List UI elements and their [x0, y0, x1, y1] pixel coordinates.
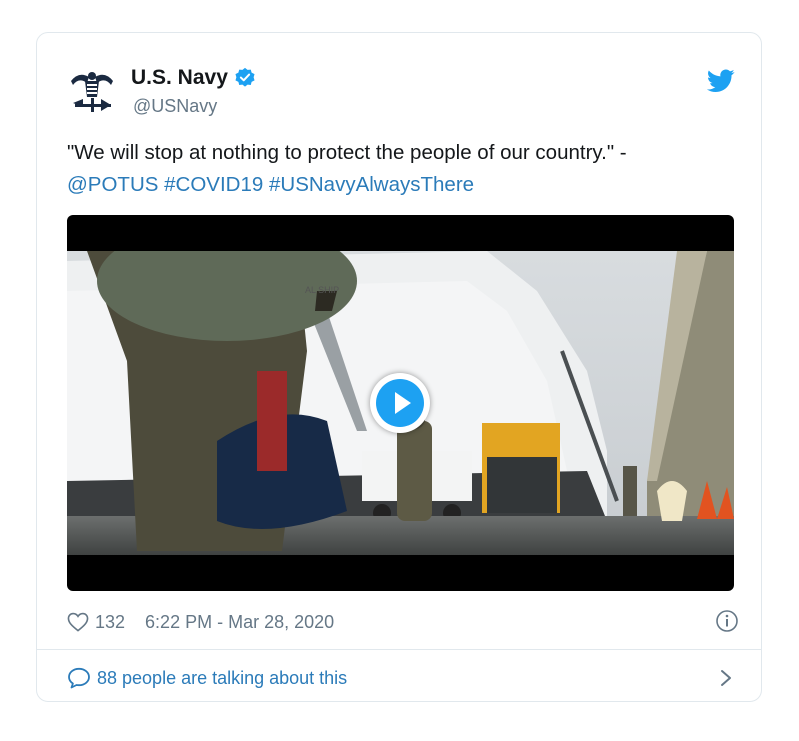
twitter-bird-icon[interactable]: [707, 69, 735, 93]
play-icon: [376, 379, 424, 427]
tweet-card: U.S. Navy @USNavy "We will stop at nothi…: [36, 32, 762, 702]
play-button[interactable]: [370, 373, 430, 433]
tweet-text: "We will stop at nothing to protect the …: [67, 137, 737, 201]
tweet-meta: 132 6:22 PM - Mar 28, 2020: [67, 609, 739, 635]
hashtag-link[interactable]: #COVID19: [164, 173, 263, 196]
video-player[interactable]: AL SHIP: [67, 215, 734, 591]
divider: [37, 649, 761, 650]
account-handle[interactable]: @USNavy: [133, 96, 217, 117]
ship-marking: AL SHIP: [305, 285, 339, 295]
navy-emblem-icon[interactable]: [67, 67, 117, 117]
timestamp[interactable]: 6:22 PM - Mar 28, 2020: [145, 612, 334, 633]
tweet-body: "We will stop at nothing to protect the …: [67, 141, 627, 164]
info-icon[interactable]: [715, 609, 739, 633]
tweet-header: U.S. Navy @USNavy: [67, 63, 737, 119]
display-name[interactable]: U.S. Navy: [131, 66, 228, 90]
verified-badge-icon: [235, 67, 255, 87]
conversation-text[interactable]: 88 people are talking about this: [97, 668, 347, 689]
speech-bubble-icon: [68, 667, 90, 689]
mention-link[interactable]: @POTUS: [67, 173, 158, 196]
hashtag-link[interactable]: #USNavyAlwaysThere: [269, 173, 474, 196]
conversation-link[interactable]: 88 people are talking about this: [67, 663, 737, 693]
name-row: U.S. Navy: [131, 66, 256, 90]
chevron-right-icon[interactable]: [719, 668, 733, 688]
heart-icon[interactable]: [67, 612, 89, 632]
like-count[interactable]: 132: [95, 612, 125, 633]
